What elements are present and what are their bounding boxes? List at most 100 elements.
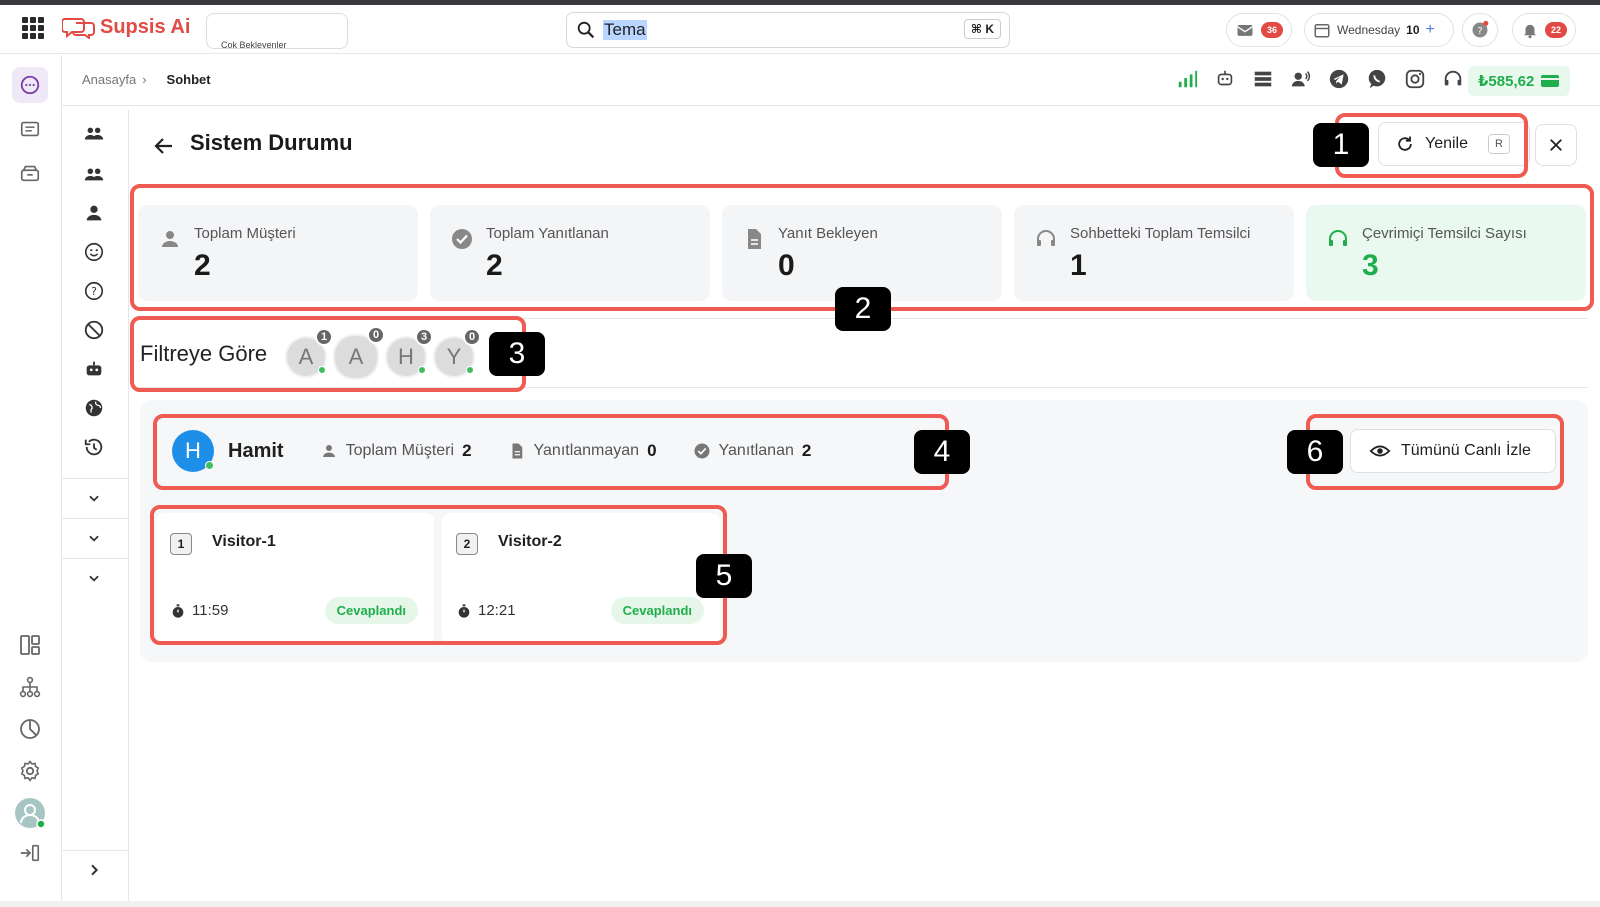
question-icon[interactable]: ? [80, 277, 108, 305]
eye-icon [1369, 445, 1391, 457]
teams-icon[interactable] [80, 120, 108, 148]
robot-icon[interactable] [1214, 68, 1236, 90]
search-shortcut: ⌘ K [963, 19, 1001, 39]
whatsapp-icon[interactable] [1366, 68, 1388, 90]
contacts-card-icon[interactable] [12, 111, 48, 147]
notifications-count-badge: 22 [1545, 22, 1568, 38]
org-tree-icon[interactable] [12, 669, 48, 705]
stopwatch-icon [458, 603, 470, 618]
history-icon[interactable] [80, 433, 108, 461]
svg-text:?: ? [1477, 26, 1482, 37]
archive-icon[interactable] [12, 155, 48, 191]
help-button[interactable]: ? [1462, 13, 1498, 47]
agent-name: Hamit [228, 439, 284, 462]
server-list-icon[interactable] [1252, 68, 1274, 90]
agent-answered-label: Yanıtlanan [718, 442, 794, 459]
signal-bars-icon[interactable] [1176, 68, 1198, 90]
agent-filter-avatar[interactable]: A 0 [333, 326, 385, 380]
collapse-sidebar-icon[interactable] [12, 835, 48, 871]
search-box[interactable]: Tema ⌘ K [566, 12, 1010, 48]
stat-value: 1 [1070, 249, 1087, 282]
dashboard-layout-icon[interactable] [12, 627, 48, 663]
stat-value: 2 [486, 249, 503, 282]
callout-number: 4 [914, 430, 970, 474]
smiley-icon[interactable] [80, 238, 108, 266]
breadcrumb: Anasayfa › Sohbet [82, 72, 211, 87]
chevron-down-icon[interactable] [80, 524, 108, 552]
stat-card-online-agents: Çevrimiçi Temsilci Sayısı 3 [1306, 205, 1586, 301]
add-event-icon[interactable]: + [1426, 21, 1435, 39]
document-icon [748, 229, 761, 249]
balance-amount: ₺585,62 [1478, 73, 1535, 90]
single-user-icon[interactable] [80, 199, 108, 227]
bell-icon [1524, 24, 1536, 39]
stat-value: 2 [194, 249, 211, 282]
chevron-right-icon[interactable] [80, 856, 108, 884]
agent-total-label: Toplam Müşteri [345, 442, 455, 459]
filter-label: Filtreye Göre [140, 341, 268, 366]
chat-nav-icon[interactable] [12, 67, 48, 103]
agent-initial: A [298, 344, 314, 369]
settings-gear-icon[interactable] [12, 753, 48, 789]
apps-grid-icon[interactable] [22, 17, 44, 39]
callout-number: 6 [1287, 430, 1343, 474]
headset-icon [1329, 230, 1347, 246]
visitor-name: Visitor-2 [498, 533, 562, 550]
messages-count-badge: 36 [1261, 22, 1284, 38]
check-circle-icon [452, 229, 472, 249]
search-input[interactable]: Tema [603, 20, 647, 40]
date-picker-button[interactable]: Wednesday 10 + [1304, 13, 1454, 47]
refresh-button[interactable]: Yenile R [1378, 122, 1530, 166]
telegram-icon[interactable] [1328, 68, 1350, 90]
watch-all-live-button[interactable]: Tümünü Canlı İzle [1350, 429, 1556, 473]
chevron-down-icon[interactable] [80, 564, 108, 592]
user-avatar[interactable] [12, 795, 48, 831]
close-icon [1550, 139, 1562, 151]
pending-chats-tab[interactable]: Çok Bekleyenler [206, 13, 348, 49]
bot-icon[interactable] [80, 355, 108, 383]
breadcrumb-home[interactable]: Anasayfa [82, 72, 136, 87]
visitor-time-value: 12:21 [478, 602, 516, 619]
stat-label: Toplam Yanıtlanan [486, 225, 609, 242]
groups-icon[interactable] [80, 160, 108, 188]
agent-initial: A [348, 344, 364, 369]
chat-sub-navigation: ? [62, 110, 129, 901]
agent-avatar[interactable]: H [172, 430, 214, 472]
back-arrow-icon[interactable] [152, 134, 176, 158]
globe-icon[interactable] [80, 394, 108, 422]
sub-rail-divider [62, 478, 129, 479]
agent-unanswered-label: Yanıtlanmayan [533, 442, 640, 459]
search-icon [577, 21, 595, 39]
notifications-button[interactable]: 22 [1512, 13, 1577, 47]
stat-label: Çevrimiçi Temsilci Sayısı [1362, 225, 1527, 242]
wallet-balance[interactable]: ₺585,62 [1468, 66, 1571, 96]
visitor-card[interactable]: 2 Visitor-2 12:21 Cevaplandı [442, 513, 720, 643]
document-icon [512, 443, 522, 459]
messages-button[interactable]: 36 [1226, 13, 1293, 47]
agent-filter-avatars: A 1 A 0 H 3 Y 0 [285, 326, 481, 380]
headset-icon[interactable] [1442, 68, 1464, 90]
visitor-card[interactable]: 1 Visitor-1 11:59 Cevaplandı [156, 513, 434, 643]
visitor-index: 2 [456, 533, 478, 555]
agent-chat-count-badge: 0 [463, 328, 481, 346]
agent-total-value: 2 [462, 441, 472, 460]
online-status-dot [318, 366, 326, 374]
breadcrumb-separator: › [142, 72, 147, 87]
agent-initial: Y [446, 344, 462, 369]
brand-logo[interactable]: Supsis Ai [62, 15, 190, 39]
agent-filter-avatar[interactable]: H 3 [385, 328, 433, 378]
callout-number: 5 [696, 554, 752, 598]
stat-value: 3 [1362, 249, 1379, 282]
day-number: 10 [1406, 23, 1420, 37]
chevron-down-icon[interactable] [80, 484, 108, 512]
agent-filter-avatar[interactable]: A 1 [285, 328, 333, 378]
section-divider [138, 387, 1588, 388]
sub-rail-divider [62, 558, 129, 559]
agent-filter-avatar[interactable]: Y 0 [433, 328, 481, 378]
agent-unanswered: Yanıtlanmayan 0 [508, 441, 657, 461]
blocked-icon[interactable] [80, 316, 108, 344]
close-button[interactable] [1535, 124, 1577, 166]
reports-pie-icon[interactable] [12, 711, 48, 747]
voice-user-icon[interactable] [1290, 68, 1312, 90]
instagram-icon[interactable] [1404, 68, 1426, 90]
